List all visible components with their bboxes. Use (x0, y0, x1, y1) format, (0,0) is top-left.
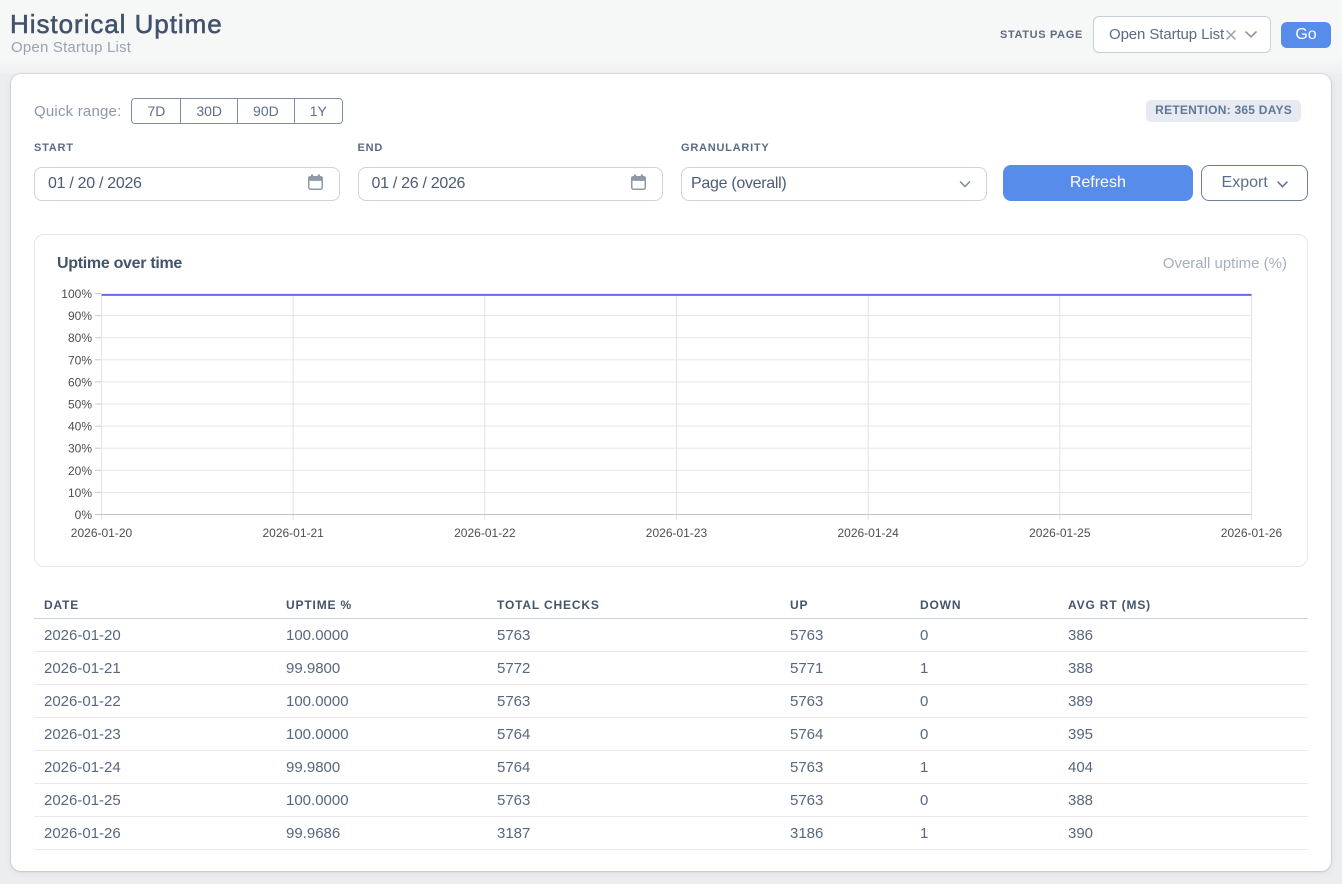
svg-text:60%: 60% (68, 375, 92, 389)
svg-text:90%: 90% (68, 309, 92, 323)
svg-text:30%: 30% (68, 442, 92, 456)
svg-text:2026-01-25: 2026-01-25 (1029, 526, 1091, 540)
svg-text:2026-01-20: 2026-01-20 (71, 526, 133, 540)
svg-text:2026-01-26: 2026-01-26 (1221, 526, 1283, 540)
svg-text:50%: 50% (68, 398, 92, 412)
svg-text:2026-01-24: 2026-01-24 (837, 526, 899, 540)
svg-text:2026-01-21: 2026-01-21 (262, 526, 324, 540)
svg-text:0%: 0% (75, 508, 93, 522)
svg-text:2026-01-23: 2026-01-23 (646, 526, 708, 540)
svg-text:100%: 100% (61, 287, 92, 301)
svg-text:20%: 20% (68, 464, 92, 478)
svg-text:40%: 40% (68, 420, 92, 434)
svg-text:10%: 10% (68, 486, 92, 500)
svg-text:2026-01-22: 2026-01-22 (454, 526, 516, 540)
svg-text:70%: 70% (68, 353, 92, 367)
svg-text:80%: 80% (68, 331, 92, 345)
